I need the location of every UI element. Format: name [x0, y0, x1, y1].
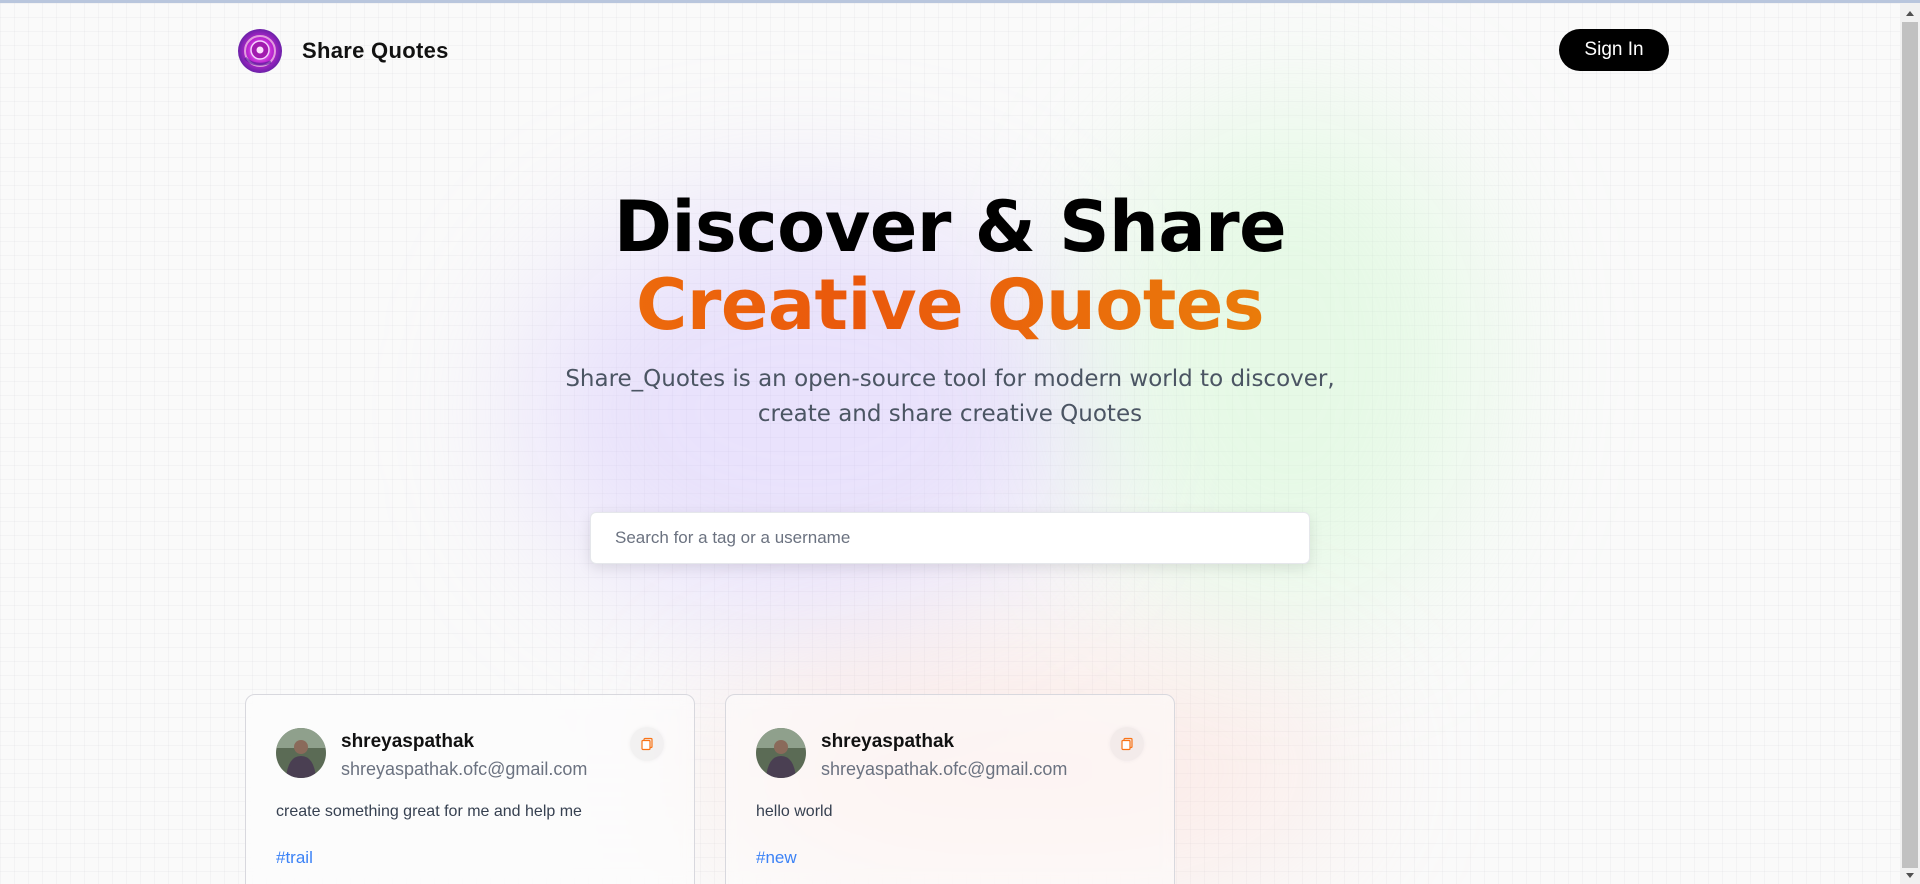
copy-button[interactable]: [1110, 727, 1144, 761]
card-tag[interactable]: #trail: [276, 848, 313, 868]
triangle-up-icon: [1906, 10, 1914, 16]
copy-button[interactable]: [630, 727, 664, 761]
sign-in-button[interactable]: Sign In: [1559, 29, 1669, 71]
hero-title-line1: Discover & Share: [613, 186, 1287, 268]
card-tag[interactable]: #new: [756, 848, 797, 868]
copy-icon: [1121, 737, 1133, 751]
swirl-logo-icon: [238, 29, 282, 73]
brand-name[interactable]: Share Quotes: [302, 38, 449, 64]
avatar[interactable]: [756, 728, 806, 778]
search-input[interactable]: [590, 512, 1310, 564]
card-quote: hello world: [756, 803, 833, 820]
hero-title: Discover & Share Creative Quotes: [0, 188, 1900, 344]
hero-description: Share_Quotes is an open-source tool for …: [565, 366, 1335, 427]
avatar-image: [756, 728, 806, 778]
hero-title-line2: Creative Quotes: [0, 266, 1900, 344]
avatar[interactable]: [276, 728, 326, 778]
card-email: shreyaspathak.ofc@gmail.com: [821, 759, 1068, 779]
quote-card[interactable]: shreyaspathak shreyaspathak.ofc@gmail.co…: [725, 694, 1175, 884]
card-quote: create something great for me and help m…: [276, 803, 582, 820]
card-username[interactable]: shreyaspathak: [341, 731, 474, 753]
avatar-image: [276, 728, 326, 778]
scrollbar-thumb[interactable]: [1902, 22, 1918, 868]
logo-link[interactable]: [237, 28, 283, 74]
top-nav: Share Quotes Sign In: [237, 28, 1669, 74]
quote-card[interactable]: shreyaspathak shreyaspathak.ofc@gmail.co…: [245, 694, 695, 884]
scroll-up-arrow[interactable]: [1900, 4, 1920, 21]
triangle-down-icon: [1906, 872, 1914, 878]
scroll-down-arrow[interactable]: [1900, 867, 1920, 884]
card-username[interactable]: shreyaspathak: [821, 731, 954, 753]
card-email: shreyaspathak.ofc@gmail.com: [341, 759, 588, 779]
copy-icon: [641, 737, 653, 751]
